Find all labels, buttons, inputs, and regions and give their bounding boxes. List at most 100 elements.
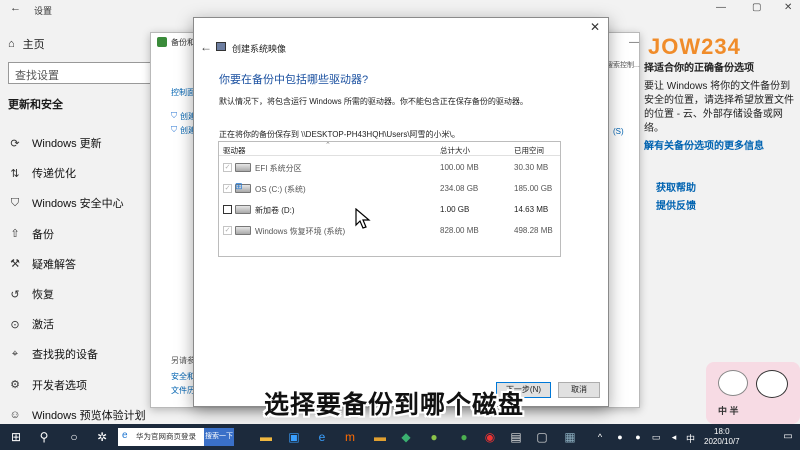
clock-time: 18:0 (714, 427, 730, 436)
folder-icon[interactable]: ▬ (372, 429, 388, 445)
insider-icon: ☺ (9, 408, 21, 421)
app-wechat-icon[interactable]: ● (456, 429, 472, 445)
get-help-link[interactable]: 获取帮助 (656, 182, 800, 196)
sync-icon: ⟳ (10, 137, 20, 150)
nav-item-label: 恢复 (32, 289, 54, 302)
give-feedback-link[interactable]: 提供反馈 (656, 200, 800, 214)
network-icon[interactable]: ▭ (648, 429, 664, 445)
drive-checkbox: ✓ (223, 163, 232, 172)
app-green-icon[interactable]: ◆ (398, 429, 414, 445)
app-ps-icon[interactable]: ▢ (534, 429, 550, 445)
dialog-heading: 你要在备份中包括哪些驱动器? (219, 74, 369, 86)
nav-item-label: 查找我的设备 (32, 349, 98, 362)
mascot-text: 中 半 (718, 406, 739, 416)
input-language[interactable]: 中 (686, 432, 695, 445)
drive-name: Windows 恢复环境 (系统) (255, 227, 346, 236)
notification-icon[interactable]: ▭ (780, 429, 796, 445)
column-drive[interactable]: 驱动器 (223, 145, 246, 156)
drive-checkbox: ✓ (223, 226, 232, 235)
see-also-security[interactable]: 安全和 (171, 371, 195, 382)
table-row: ✓ Windows 恢复环境 (系统) 828.00 MB 498.28 MB (219, 220, 560, 240)
start-windows-icon[interactable]: ⊞ (8, 429, 24, 445)
recovery-icon: ↺ (10, 288, 20, 301)
nav-item-activation[interactable]: ⊙ 激活 (8, 309, 146, 339)
table-row: ✓ EFI 系统分区 100.00 MB 30.30 MB (219, 157, 560, 177)
drive-icon (235, 226, 251, 235)
drive-used: 30.30 MB (514, 163, 549, 172)
clock-date: 2020/10/7 (704, 437, 740, 446)
maximize-icon[interactable]: ▢ (752, 2, 761, 13)
control-panel-icon (157, 37, 167, 47)
panda-icon (756, 370, 788, 398)
tray-app-icon[interactable]: ● (630, 429, 646, 445)
table-row[interactable]: 新加卷 (D:) 1.00 GB 14.63 MB (219, 199, 560, 219)
nav-item-label: 激活 (32, 319, 54, 332)
clock[interactable]: 18:0 2020/10/7 (704, 427, 740, 447)
drive-icon (235, 163, 251, 172)
ie-browser-icon: e (122, 430, 128, 441)
shield-icon: ⛉ (10, 196, 20, 209)
nav-item-find-my-device[interactable]: ⌖ 查找我的设备 (8, 339, 146, 369)
nav-home-label: 主页 (22, 39, 45, 51)
wrench-icon: ⚒ (10, 258, 20, 271)
column-total[interactable]: 总计大小 (440, 145, 470, 156)
nav-item-windows-security[interactable]: ⛉ Windows 安全中心 (8, 188, 146, 218)
nav-home[interactable]: ⌂ 主页 (8, 36, 45, 52)
app-pinwheel-icon[interactable]: ✲ (94, 429, 110, 445)
edge-icon[interactable]: e (314, 429, 330, 445)
taskbar-search-text: 华为官网商页登录 (136, 432, 196, 441)
mi-app-icon[interactable]: m (342, 429, 358, 445)
close-icon[interactable]: — (629, 37, 639, 48)
close-icon[interactable]: ✕ (590, 20, 600, 34)
taskbar-browser-search[interactable]: e 华为官网商页登录 搜索一下 (118, 428, 234, 446)
file-explorer-icon[interactable]: ▬ (258, 429, 274, 445)
nav-item-windows-update[interactable]: ⟳ Windows 更新 (8, 128, 146, 158)
taskbar-search-button[interactable]: 搜索一下 (204, 428, 234, 446)
see-also-file-history[interactable]: 文件历 (171, 385, 195, 396)
app-gray-icon[interactable]: ▤ (508, 429, 524, 445)
back-arrow-icon[interactable]: ← (200, 40, 212, 54)
back-arrow-icon[interactable]: ← (10, 2, 21, 14)
app-lime-icon[interactable]: ● (426, 429, 442, 445)
cancel-button[interactable]: 取消 (558, 382, 600, 398)
shield-icon: ⛉ (171, 111, 177, 120)
volume-icon[interactable]: ◂ (666, 429, 682, 445)
control-panel-home-link[interactable]: 控制面 (171, 87, 195, 98)
dialog-description: 默认情况下，将包含运行 Windows 所需的驱动器。你不能包含正在保存备份的驱… (219, 97, 528, 106)
drive-used: 185.00 GB (514, 184, 553, 193)
record-icon[interactable]: ◉ (482, 429, 498, 445)
section-title: 更新和安全 (8, 99, 63, 111)
nav-item-recovery[interactable]: ↺ 恢复 (8, 279, 146, 309)
drive-total: 100.00 MB (440, 163, 479, 172)
right-panel-title: 择适合你的正确备份选项 (644, 63, 754, 74)
nav-item-delivery-optimization[interactable]: ⇅ 传递优化 (8, 158, 146, 188)
tray-app-icon[interactable]: ● (612, 429, 628, 445)
column-used[interactable]: 已用空间 (514, 145, 544, 156)
backup-icon: ⇧ (10, 228, 20, 241)
search-icon[interactable]: ⚲ (36, 429, 52, 445)
nav-item-developer-options[interactable]: ⚙ 开发者选项 (8, 370, 146, 400)
nav-item-backup[interactable]: ⇧ 备份 (8, 219, 146, 249)
nav-item-label: Windows 预览体验计划 (32, 409, 146, 422)
drive-used: 14.63 MB (514, 205, 549, 214)
drive-checkbox[interactable] (223, 205, 232, 214)
nav-item-label: Windows 安全中心 (32, 198, 124, 211)
nav-item-label: Windows 更新 (32, 138, 102, 151)
store-icon[interactable]: ▣ (286, 429, 302, 445)
backup-options-link[interactable]: 解有关备份选项的更多信息 (644, 140, 800, 154)
system-image-icon (216, 42, 226, 51)
save-path-text: 正在将你的备份保存到 \\DESKTOP-PH43HQH\Users\阿雪的小米… (219, 130, 460, 139)
close-icon[interactable]: ✕ (784, 2, 792, 13)
mascot-sticker: 中 半 (706, 362, 800, 424)
bear-icon (718, 370, 748, 396)
control-panel-taskbar-icon[interactable]: ▦ (562, 429, 578, 445)
mouse-cursor-icon (355, 208, 371, 229)
control-panel-search-fragment[interactable]: 搜索控制... (606, 60, 640, 70)
settings-nav-list: ⟳ Windows 更新 ⇅ 传递优化 ⛉ Windows 安全中心 ⇧ 备份 ⚒ 疑难解… (8, 128, 146, 430)
create-system-image-dialog: ✕ ← 创建系统映像 你要在备份中包括哪些驱动器? 默认情况下，将包含运行 Wi… (193, 17, 609, 407)
table-header: 驱动器 ⌃ 总计大小 已用空间 (219, 142, 560, 156)
nav-item-troubleshoot[interactable]: ⚒ 疑难解答 (8, 249, 146, 279)
tray-arrow-icon[interactable]: ^ (592, 429, 608, 445)
cortana-icon[interactable]: ○ (66, 429, 82, 445)
minimize-icon[interactable]: — (716, 2, 726, 13)
